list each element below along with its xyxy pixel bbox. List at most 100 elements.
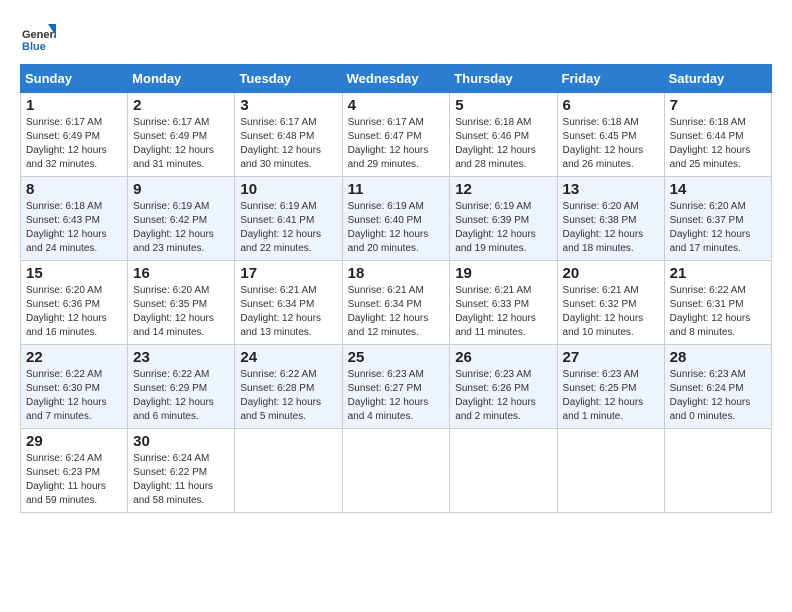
calendar-cell: 8 Sunrise: 6:18 AMSunset: 6:43 PMDaylight… [21, 177, 128, 261]
calendar-cell: 3 Sunrise: 6:17 AMSunset: 6:48 PMDaylight… [235, 93, 342, 177]
day-header-wednesday: Wednesday [342, 65, 450, 93]
day-number: 24 [240, 349, 336, 366]
calendar-cell: 25 Sunrise: 6:23 AMSunset: 6:27 PMDayligh… [342, 345, 450, 429]
calendar-cell: 27 Sunrise: 6:23 AMSunset: 6:25 PMDayligh… [557, 345, 664, 429]
day-info: Sunrise: 6:22 AMSunset: 6:30 PMDaylight:… [26, 369, 107, 422]
calendar-cell: 16Sunrise: 6:20 AMSunset: 6:35 PMDayligh… [128, 261, 235, 345]
calendar-cell: 11Sunrise: 6:19 AMSunset: 6:40 PMDayligh… [342, 177, 450, 261]
calendar-cell: 17Sunrise: 6:21 AMSunset: 6:34 PMDayligh… [235, 261, 342, 345]
day-info: Sunrise: 6:17 AMSunset: 6:48 PMDaylight:… [240, 117, 321, 170]
day-info: Sunrise: 6:21 AMSunset: 6:33 PMDaylight:… [455, 285, 536, 338]
day-number: 18 [348, 265, 445, 282]
calendar-week-row: 8 Sunrise: 6:18 AMSunset: 6:43 PMDaylight… [21, 177, 772, 261]
day-number: 22 [26, 349, 122, 366]
svg-text:Blue: Blue [22, 41, 46, 53]
day-number: 28 [670, 349, 766, 366]
calendar-cell: 2 Sunrise: 6:17 AMSunset: 6:49 PMDaylight… [128, 93, 235, 177]
calendar-cell: 30 Sunrise: 6:24 AMSunset: 6:22 PMDayligh… [128, 429, 235, 513]
calendar-cell: 24Sunrise: 6:22 AMSunset: 6:28 PMDayligh… [235, 345, 342, 429]
day-info: Sunrise: 6:21 AMSunset: 6:32 PMDaylight:… [563, 285, 644, 338]
calendar-cell: 4 Sunrise: 6:17 AMSunset: 6:47 PMDaylight… [342, 93, 450, 177]
calendar-cell [235, 429, 342, 513]
calendar-cell: 14 Sunrise: 6:20 AMSunset: 6:37 PMDayligh… [664, 177, 771, 261]
calendar-cell: 1 Sunrise: 6:17 AMSunset: 6:49 PMDaylight… [21, 93, 128, 177]
day-info: Sunrise: 6:17 AMSunset: 6:49 PMDaylight:… [26, 117, 107, 170]
day-number: 1 [26, 97, 122, 114]
day-info: Sunrise: 6:19 AMSunset: 6:39 PMDaylight:… [455, 201, 536, 254]
calendar-cell [450, 429, 557, 513]
calendar-cell: 26Sunrise: 6:23 AMSunset: 6:26 PMDayligh… [450, 345, 557, 429]
day-header-thursday: Thursday [450, 65, 557, 93]
calendar-cell: 21Sunrise: 6:22 AMSunset: 6:31 PMDayligh… [664, 261, 771, 345]
calendar-cell: 9 Sunrise: 6:19 AMSunset: 6:42 PMDaylight… [128, 177, 235, 261]
day-number: 25 [348, 349, 445, 366]
calendar-cell: 15 Sunrise: 6:20 AMSunset: 6:36 PMDayligh… [21, 261, 128, 345]
calendar-cell: 7 Sunrise: 6:18 AMSunset: 6:44 PMDaylight… [664, 93, 771, 177]
day-number: 14 [670, 181, 766, 198]
day-number: 4 [348, 97, 445, 114]
day-header-monday: Monday [128, 65, 235, 93]
day-header-friday: Friday [557, 65, 664, 93]
calendar-body: 1 Sunrise: 6:17 AMSunset: 6:49 PMDaylight… [21, 93, 772, 513]
day-info: Sunrise: 6:19 AMSunset: 6:41 PMDaylight:… [240, 201, 321, 254]
day-number: 9 [133, 181, 229, 198]
day-info: Sunrise: 6:17 AMSunset: 6:49 PMDaylight:… [133, 117, 214, 170]
day-header-saturday: Saturday [664, 65, 771, 93]
calendar-cell [342, 429, 450, 513]
svg-text:General: General [22, 29, 56, 41]
day-number: 5 [455, 97, 551, 114]
calendar-cell: 20 Sunrise: 6:21 AMSunset: 6:32 PMDayligh… [557, 261, 664, 345]
calendar-cell: 10 Sunrise: 6:19 AMSunset: 6:41 PMDayligh… [235, 177, 342, 261]
day-info: Sunrise: 6:21 AMSunset: 6:34 PMDaylight:… [348, 285, 429, 338]
day-info: Sunrise: 6:23 AMSunset: 6:27 PMDaylight:… [348, 369, 429, 422]
calendar-week-row: 29 Sunrise: 6:24 AMSunset: 6:23 PMDayligh… [21, 429, 772, 513]
day-info: Sunrise: 6:22 AMSunset: 6:31 PMDaylight:… [670, 285, 751, 338]
day-number: 2 [133, 97, 229, 114]
logo: General Blue [20, 20, 56, 56]
day-number: 20 [563, 265, 659, 282]
day-info: Sunrise: 6:20 AMSunset: 6:38 PMDaylight:… [563, 201, 644, 254]
calendar-cell: 5Sunrise: 6:18 AMSunset: 6:46 PMDaylight… [450, 93, 557, 177]
calendar-cell: 23 Sunrise: 6:22 AMSunset: 6:29 PMDayligh… [128, 345, 235, 429]
day-number: 19 [455, 265, 551, 282]
calendar-cell: 6Sunrise: 6:18 AMSunset: 6:45 PMDaylight… [557, 93, 664, 177]
calendar-cell: 18 Sunrise: 6:21 AMSunset: 6:34 PMDayligh… [342, 261, 450, 345]
day-number: 12 [455, 181, 551, 198]
day-info: Sunrise: 6:18 AMSunset: 6:44 PMDaylight:… [670, 117, 751, 170]
day-number: 7 [670, 97, 766, 114]
day-number: 29 [26, 433, 122, 450]
day-info: Sunrise: 6:17 AMSunset: 6:47 PMDaylight:… [348, 117, 429, 170]
calendar-cell: 13 Sunrise: 6:20 AMSunset: 6:38 PMDayligh… [557, 177, 664, 261]
calendar-cell [557, 429, 664, 513]
day-info: Sunrise: 6:19 AMSunset: 6:42 PMDaylight:… [133, 201, 214, 254]
calendar-week-row: 15 Sunrise: 6:20 AMSunset: 6:36 PMDayligh… [21, 261, 772, 345]
day-info: Sunrise: 6:24 AMSunset: 6:22 PMDaylight:… [133, 453, 213, 506]
day-number: 13 [563, 181, 659, 198]
day-info: Sunrise: 6:20 AMSunset: 6:37 PMDaylight:… [670, 201, 751, 254]
calendar-cell [664, 429, 771, 513]
calendar-cell: 12 Sunrise: 6:19 AMSunset: 6:39 PMDayligh… [450, 177, 557, 261]
day-number: 27 [563, 349, 659, 366]
day-number: 6 [563, 97, 659, 114]
day-info: Sunrise: 6:23 AMSunset: 6:25 PMDaylight:… [563, 369, 644, 422]
day-number: 3 [240, 97, 336, 114]
day-number: 8 [26, 181, 122, 198]
day-number: 26 [455, 349, 551, 366]
day-number: 10 [240, 181, 336, 198]
day-number: 17 [240, 265, 336, 282]
day-number: 16 [133, 265, 229, 282]
calendar-week-row: 22 Sunrise: 6:22 AMSunset: 6:30 PMDayligh… [21, 345, 772, 429]
calendar-cell: 19 Sunrise: 6:21 AMSunset: 6:33 PMDayligh… [450, 261, 557, 345]
day-number: 23 [133, 349, 229, 366]
day-header-sunday: Sunday [21, 65, 128, 93]
day-info: Sunrise: 6:23 AMSunset: 6:24 PMDaylight:… [670, 369, 751, 422]
day-number: 15 [26, 265, 122, 282]
day-info: Sunrise: 6:24 AMSunset: 6:23 PMDaylight:… [26, 453, 106, 506]
day-info: Sunrise: 6:18 AMSunset: 6:43 PMDaylight:… [26, 201, 107, 254]
calendar-cell: 28 Sunrise: 6:23 AMSunset: 6:24 PMDayligh… [664, 345, 771, 429]
day-number: 30 [133, 433, 229, 450]
calendar-cell: 22 Sunrise: 6:22 AMSunset: 6:30 PMDayligh… [21, 345, 128, 429]
day-info: Sunrise: 6:22 AMSunset: 6:29 PMDaylight:… [133, 369, 214, 422]
calendar-week-row: 1 Sunrise: 6:17 AMSunset: 6:49 PMDaylight… [21, 93, 772, 177]
day-info: Sunrise: 6:20 AMSunset: 6:36 PMDaylight:… [26, 285, 107, 338]
